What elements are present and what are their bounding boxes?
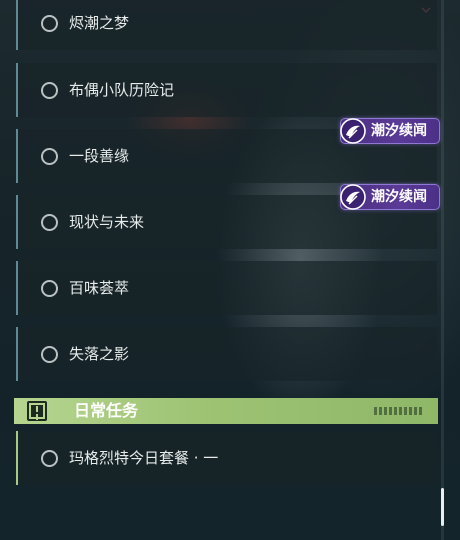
quest-title: 百味荟萃 (69, 279, 130, 297)
tide-sequel-badge: 潮汐续闻 (340, 118, 440, 144)
quest-row-shadow[interactable]: 失落之影 (16, 327, 437, 381)
daily-tasks-header[interactable]: 日常任务 (14, 398, 438, 424)
quest-title: 布偶小队历险记 (69, 81, 175, 99)
quest-status-circle-icon (41, 15, 58, 32)
quest-row-flavors[interactable]: 百味荟萃 (16, 261, 437, 315)
section-title: 日常任务 (74, 401, 139, 420)
badge-label: 潮汐续闻 (371, 123, 427, 139)
tide-emblem-icon (340, 118, 366, 144)
quest-title: 烬潮之梦 (69, 14, 130, 32)
scrollbar-track[interactable] (441, 0, 444, 540)
quest-status-circle-icon (41, 450, 58, 467)
quest-status-circle-icon (41, 280, 58, 297)
quest-row-puppet[interactable]: 布偶小队历险记 (16, 63, 437, 117)
decorative-pattern (374, 407, 424, 415)
quest-status-circle-icon (41, 346, 58, 363)
quest-status-circle-icon (41, 148, 58, 165)
scrollbar-thumb[interactable] (441, 488, 444, 526)
tide-sequel-badge: 潮汐续闻 (340, 184, 440, 210)
quest-title: 现状与未来 (69, 213, 145, 231)
daily-quest-row[interactable]: 玛格烈特今日套餐 · 一 (16, 431, 437, 485)
quest-title: 失落之影 (69, 345, 130, 363)
badge-label: 潮汐续闻 (371, 189, 427, 205)
quest-status-circle-icon (41, 82, 58, 99)
quest-list: 烬潮之梦 布偶小队历险记 一段善缘 现状与未来 百味荟萃 失落之影 潮汐续闻 潮… (0, 0, 460, 540)
exclamation-square-icon (27, 401, 47, 421)
tide-emblem-icon (340, 184, 366, 210)
quest-row-dream[interactable]: 烬潮之梦 (16, 0, 437, 50)
quest-title: 一段善缘 (69, 147, 130, 165)
quest-title: 玛格烈特今日套餐 · 一 (69, 449, 219, 467)
quest-status-circle-icon (41, 214, 58, 231)
